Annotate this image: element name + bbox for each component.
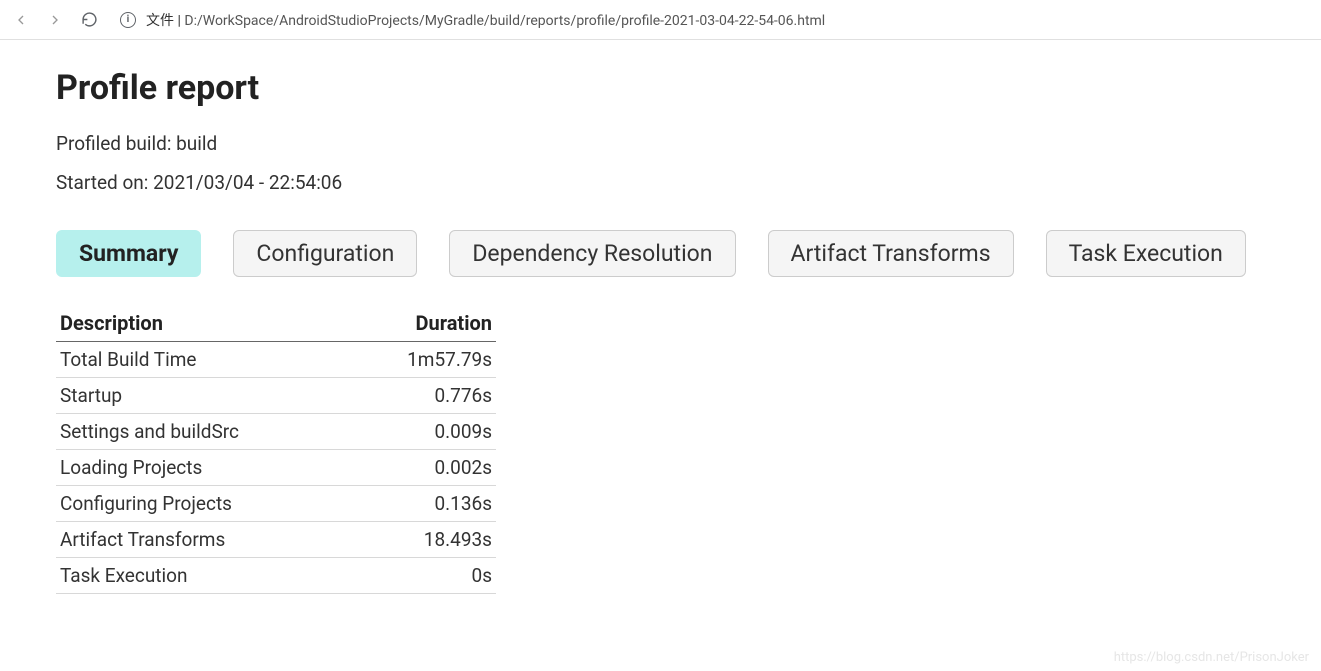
started-on: Started on: 2021/03/04 - 22:54:06 bbox=[56, 171, 1265, 194]
url-prefix: 文件 | bbox=[146, 13, 184, 29]
browser-bar: i 文件 | D:/WorkSpace/AndroidStudioProject… bbox=[0, 0, 1321, 40]
url-bar[interactable]: i 文件 | D:/WorkSpace/AndroidStudioProject… bbox=[114, 10, 1309, 30]
table-row: Settings and buildSrc 0.009s bbox=[56, 414, 496, 450]
summary-table: Description Duration Total Build Time 1m… bbox=[56, 305, 496, 594]
table-row: Startup 0.776s bbox=[56, 378, 496, 414]
info-icon: i bbox=[120, 12, 136, 28]
table-row: Total Build Time 1m57.79s bbox=[56, 342, 496, 378]
watermark: https://blog.csdn.net/PrisonJoker bbox=[1114, 650, 1309, 665]
table-row: Task Execution 0s bbox=[56, 558, 496, 594]
page-title: Profile report bbox=[56, 68, 1265, 108]
cell-description: Settings and buildSrc bbox=[56, 414, 350, 450]
cell-duration: 0.136s bbox=[350, 486, 496, 522]
reload-button[interactable] bbox=[80, 11, 98, 29]
url-text: D:/WorkSpace/AndroidStudioProjects/MyGra… bbox=[184, 13, 825, 29]
forward-button[interactable] bbox=[46, 11, 64, 29]
profiled-build: Profiled build: build bbox=[56, 132, 1265, 155]
cell-description: Artifact Transforms bbox=[56, 522, 350, 558]
tab-configuration[interactable]: Configuration bbox=[233, 230, 417, 277]
header-description: Description bbox=[56, 305, 350, 342]
cell-description: Loading Projects bbox=[56, 450, 350, 486]
tab-task-execution[interactable]: Task Execution bbox=[1046, 230, 1246, 277]
cell-duration: 0.002s bbox=[350, 450, 496, 486]
cell-description: Configuring Projects bbox=[56, 486, 350, 522]
table-row: Artifact Transforms 18.493s bbox=[56, 522, 496, 558]
cell-duration: 0.009s bbox=[350, 414, 496, 450]
tabs: Summary Configuration Dependency Resolut… bbox=[56, 230, 1265, 277]
cell-description: Task Execution bbox=[56, 558, 350, 594]
cell-duration: 0s bbox=[350, 558, 496, 594]
table-row: Configuring Projects 0.136s bbox=[56, 486, 496, 522]
tab-dependency-resolution[interactable]: Dependency Resolution bbox=[449, 230, 735, 277]
cell-description: Total Build Time bbox=[56, 342, 350, 378]
tab-summary[interactable]: Summary bbox=[56, 230, 201, 277]
cell-duration: 1m57.79s bbox=[350, 342, 496, 378]
cell-description: Startup bbox=[56, 378, 350, 414]
back-button[interactable] bbox=[12, 11, 30, 29]
cell-duration: 0.776s bbox=[350, 378, 496, 414]
tab-artifact-transforms[interactable]: Artifact Transforms bbox=[768, 230, 1014, 277]
page-content: Profile report Profiled build: build Sta… bbox=[0, 40, 1321, 622]
table-row: Loading Projects 0.002s bbox=[56, 450, 496, 486]
cell-duration: 18.493s bbox=[350, 522, 496, 558]
header-duration: Duration bbox=[350, 305, 496, 342]
